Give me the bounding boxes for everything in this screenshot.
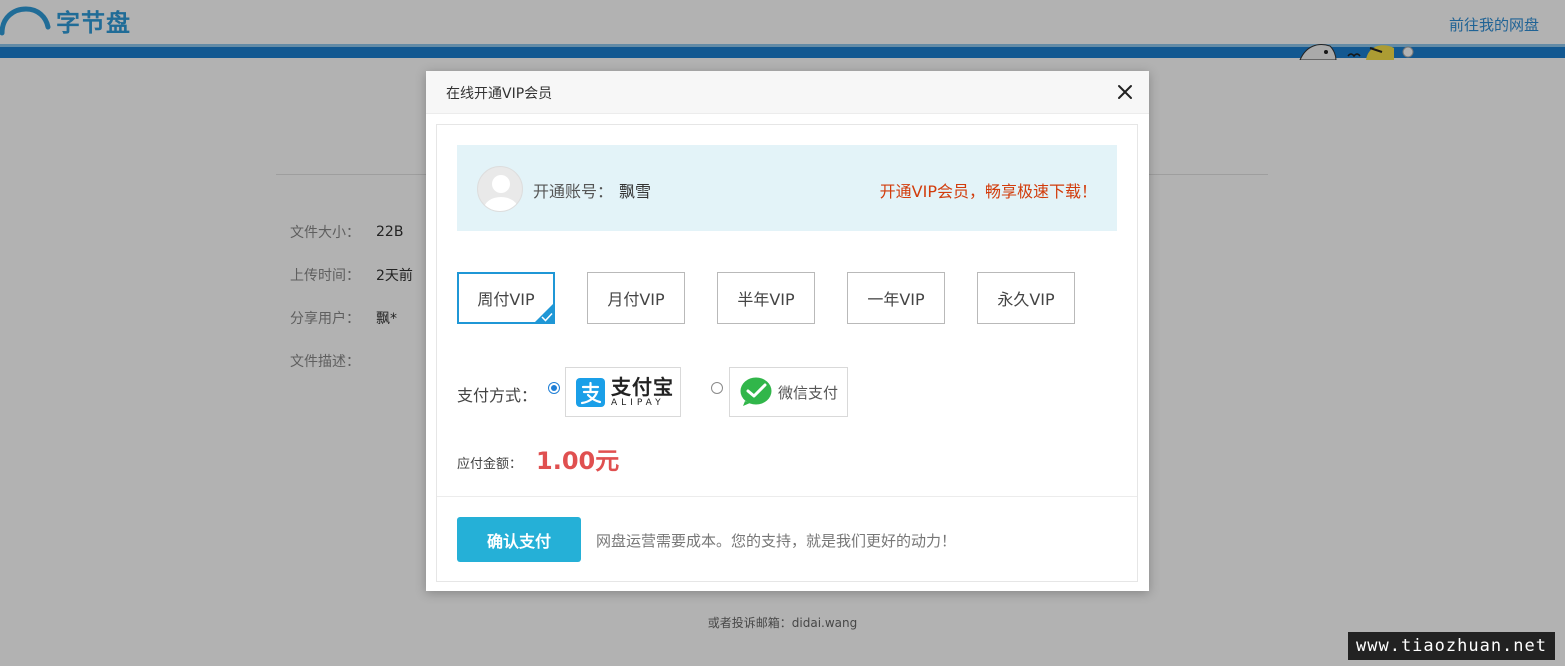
- account-box: 开通账号： 飘雪 开通VIP会员，畅享极速下载！: [457, 145, 1117, 231]
- wechat-radio[interactable]: [711, 382, 723, 394]
- alipay-cn-text: 支付宝: [611, 374, 674, 399]
- plan-lifetime-vip[interactable]: 永久VIP: [977, 272, 1075, 324]
- amount-label: 应付金额：: [457, 457, 523, 472]
- close-icon[interactable]: [1115, 82, 1135, 102]
- user-avatar-icon: [484, 175, 518, 211]
- payment-method-row: 支付方式： 支付宝 ALIPAY 微信支付: [457, 367, 1097, 417]
- vip-plan-list: 周付VIP 月付VIP 半年VIP 一年VIP 永久VIP: [457, 272, 1107, 324]
- modal-header: 在线开通VIP会员: [426, 71, 1149, 114]
- alipay-option[interactable]: 支付宝 ALIPAY: [565, 367, 681, 417]
- account-label-text: 开通账号：: [533, 182, 614, 201]
- plan-label: 周付VIP: [477, 290, 535, 309]
- wechat-pay-option[interactable]: 微信支付: [729, 367, 848, 417]
- vip-modal: 在线开通VIP会员 开通账号： 飘雪 开通VIP会员，畅享极速下载！ 周付VIP: [426, 71, 1149, 591]
- account-name: 飘雪: [619, 182, 652, 201]
- checkmark-icon: [541, 312, 553, 322]
- support-text: 网盘运营需要成本。您的支持，就是我们更好的动力！: [596, 532, 957, 550]
- plan-label: 永久VIP: [997, 290, 1055, 309]
- plan-label: 月付VIP: [607, 290, 665, 309]
- avatar: [477, 166, 523, 212]
- plan-label: 一年VIP: [867, 290, 925, 309]
- account-label: 开通账号： 飘雪: [533, 178, 651, 202]
- plan-selected-marker: [534, 303, 554, 323]
- alipay-icon: [576, 377, 605, 407]
- plan-halfyear-vip[interactable]: 半年VIP: [717, 272, 815, 324]
- watermark-text: www.tiaozhuan.net: [1348, 632, 1555, 660]
- confirm-pay-button[interactable]: 确认支付: [457, 517, 581, 562]
- alipay-en-text: ALIPAY: [611, 397, 665, 408]
- wechat-pay-icon: [740, 377, 772, 406]
- modal-footer-divider: [437, 496, 1137, 497]
- wechat-pay-text: 微信支付: [778, 383, 839, 402]
- plan-weekly-vip[interactable]: 周付VIP: [457, 272, 555, 324]
- plan-monthly-vip[interactable]: 月付VIP: [587, 272, 685, 324]
- alipay-logo-text: 支付宝 ALIPAY: [611, 376, 674, 409]
- alipay-radio[interactable]: [548, 382, 560, 394]
- plan-yearly-vip[interactable]: 一年VIP: [847, 272, 945, 324]
- plan-label: 半年VIP: [737, 290, 795, 309]
- modal-title: 在线开通VIP会员: [446, 86, 553, 102]
- promo-text: 开通VIP会员，畅享极速下载！: [879, 182, 1097, 201]
- payment-method-label: 支付方式：: [457, 386, 538, 405]
- modal-body: 开通账号： 飘雪 开通VIP会员，畅享极速下载！ 周付VIP 月付VIP 半年VI…: [436, 124, 1138, 582]
- amount-value: 1.00元: [536, 447, 620, 475]
